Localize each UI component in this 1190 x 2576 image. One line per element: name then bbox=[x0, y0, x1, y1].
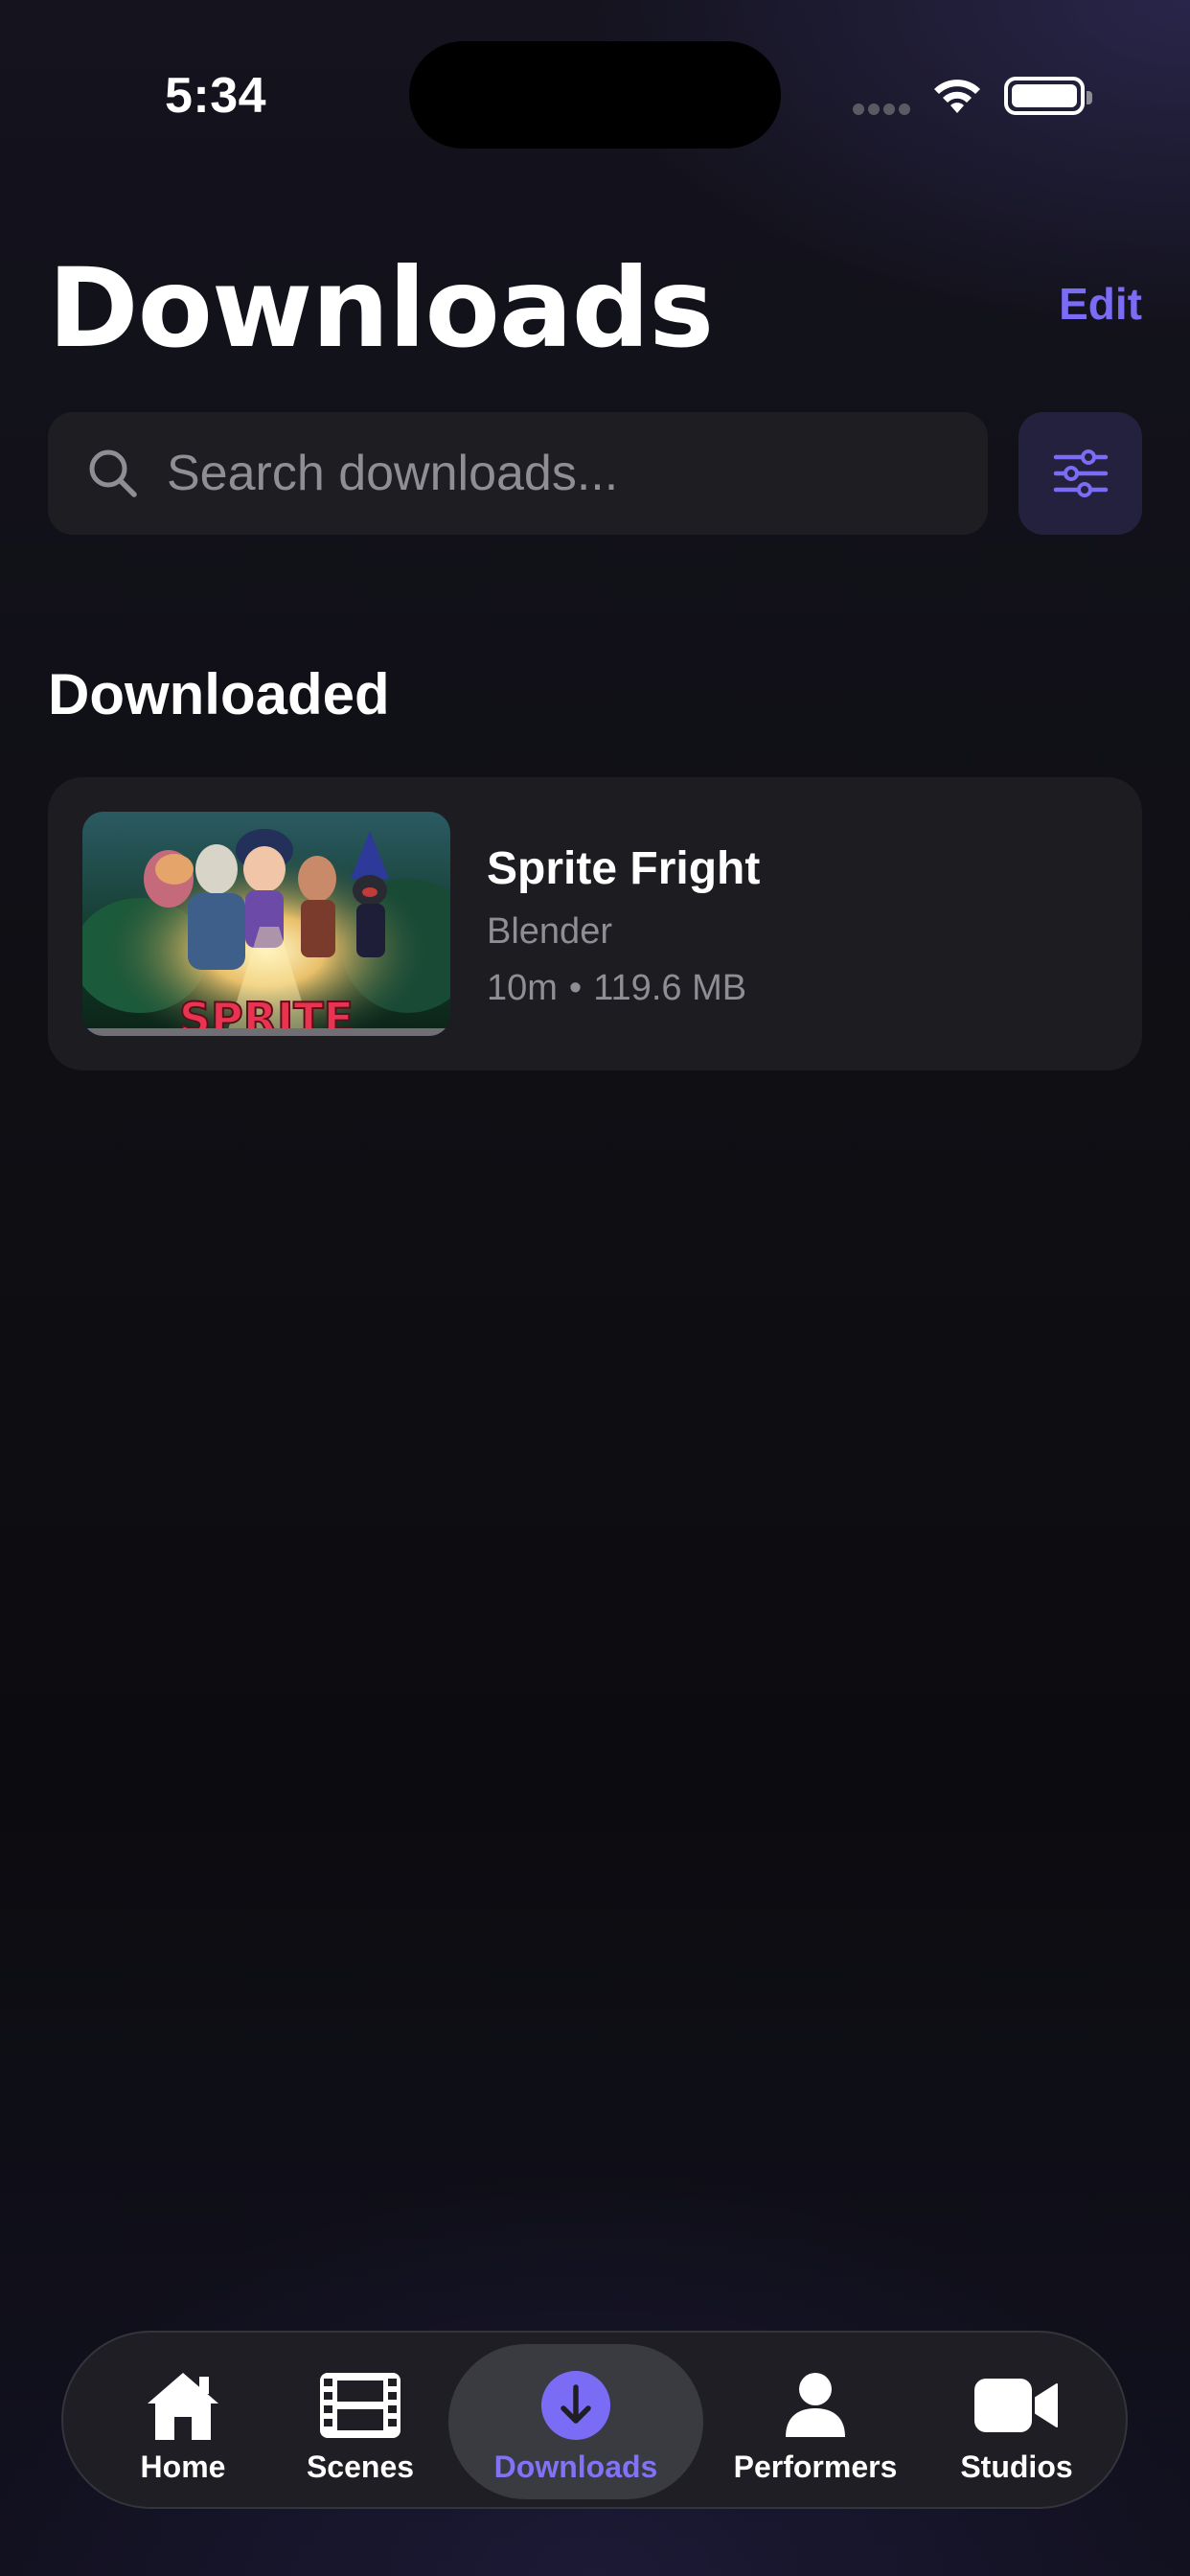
tab-label: Performers bbox=[733, 2450, 898, 2484]
search-input[interactable] bbox=[167, 412, 952, 535]
status-time: 5:34 bbox=[165, 68, 267, 124]
tab-label: Downloads bbox=[493, 2450, 658, 2484]
download-circle-icon bbox=[541, 2371, 610, 2440]
person-icon bbox=[786, 2373, 845, 2437]
section-title: Downloaded bbox=[48, 662, 390, 726]
video-thumbnail: SPRITE bbox=[82, 812, 450, 1036]
tab-label: Home bbox=[140, 2450, 226, 2484]
house-icon bbox=[148, 2373, 218, 2440]
film-icon bbox=[320, 2373, 400, 2438]
tab-downloads[interactable]: Downloads bbox=[448, 2344, 703, 2499]
tab-label: Scenes bbox=[306, 2450, 415, 2484]
search-icon bbox=[89, 449, 137, 497]
edit-button[interactable]: Edit bbox=[1059, 278, 1142, 330]
download-title: Sprite Fright bbox=[487, 843, 761, 894]
tab-home[interactable]: Home bbox=[92, 2333, 274, 2511]
sliders-icon bbox=[1053, 449, 1108, 497]
tab-label: Studios bbox=[960, 2450, 1073, 2484]
dynamic-island bbox=[409, 41, 781, 149]
download-item[interactable]: SPRITE Sprite Fright Blender 10m • 119.6 M… bbox=[48, 777, 1142, 1070]
tab-bar: Home Scenes Downloads Performers Studios bbox=[61, 2331, 1128, 2509]
download-studio: Blender bbox=[487, 911, 612, 952]
search-bar[interactable] bbox=[48, 412, 988, 535]
tab-studios[interactable]: Studios bbox=[926, 2333, 1108, 2511]
download-duration: 10m bbox=[487, 968, 558, 1008]
page-title: Downloads bbox=[48, 244, 714, 372]
download-meta: 10m • 119.6 MB bbox=[487, 968, 746, 1009]
meta-separator: • bbox=[568, 968, 583, 1008]
wifi-icon bbox=[934, 80, 980, 113]
cellular-signal-icon bbox=[853, 104, 912, 117]
tab-performers[interactable]: Performers bbox=[705, 2333, 926, 2511]
watch-progress-bar bbox=[82, 1028, 450, 1036]
video-camera-icon bbox=[974, 2379, 1058, 2432]
battery-icon bbox=[1004, 77, 1092, 115]
download-size: 119.6 MB bbox=[593, 968, 747, 1008]
filter-button[interactable] bbox=[1018, 412, 1142, 535]
tab-scenes[interactable]: Scenes bbox=[274, 2333, 446, 2511]
